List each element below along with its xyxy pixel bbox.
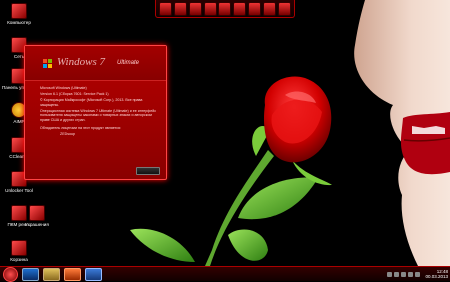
edition-label: Ultimate bbox=[117, 60, 140, 66]
tray-icon[interactable] bbox=[387, 271, 393, 277]
top-dock bbox=[155, 0, 295, 18]
network-icon[interactable] bbox=[408, 271, 414, 277]
about-windows-dialog: Windows 7 Ultimate Microsoft Windows (Ul… bbox=[24, 45, 167, 180]
app-icon[interactable] bbox=[203, 1, 217, 16]
clock[interactable]: 12:48 00.03.2013 bbox=[425, 269, 448, 279]
windows-brand: Windows 7 bbox=[57, 56, 105, 68]
desktop-icon-label: Корзина bbox=[10, 257, 28, 262]
folder-icon[interactable] bbox=[43, 267, 60, 281]
windows-icon[interactable] bbox=[85, 267, 102, 281]
ok-button[interactable] bbox=[136, 167, 160, 175]
legal-text: Операционная система Windows 7 Ultimate … bbox=[40, 108, 157, 123]
app-icon[interactable] bbox=[173, 1, 187, 16]
desktop-icon-decorations[interactable]: Украшения bbox=[20, 205, 54, 227]
windows-logo-banner: Windows 7 Ultimate bbox=[25, 46, 166, 81]
lips bbox=[400, 112, 450, 175]
clock-date: 00.03.2013 bbox=[425, 274, 448, 279]
volume-icon[interactable] bbox=[415, 271, 421, 277]
licensee-name: ZEDsoup bbox=[60, 131, 75, 136]
desktop-icon-label: Компьютер bbox=[7, 20, 31, 25]
system-tray: 12:48 00.03.2013 bbox=[387, 269, 448, 279]
desktop-icon-recycle-bin[interactable]: Корзина bbox=[2, 240, 36, 262]
desktop-icon-label: Украшения bbox=[25, 222, 49, 227]
about-text: Microsoft Windows (Ultimate) Version 6.1… bbox=[40, 86, 158, 138]
app-icon[interactable] bbox=[233, 1, 247, 16]
desktop-icon-computer[interactable]: Компьютер bbox=[2, 3, 36, 25]
tray-icon[interactable] bbox=[401, 271, 407, 277]
app-icon[interactable] bbox=[263, 1, 277, 16]
start-button[interactable] bbox=[3, 266, 18, 282]
app-icon[interactable] bbox=[158, 1, 172, 16]
version-text: Version 6.1 (Сборка 7601: Service Pack 1… bbox=[40, 92, 109, 97]
copyright-text: © Корпорация Майкрософт (Microsoft Corp.… bbox=[40, 98, 143, 107]
decoration-icon bbox=[29, 205, 45, 221]
taskbar: 12:48 00.03.2013 bbox=[0, 266, 450, 282]
desktop-icon-label: Unlocker Tool bbox=[5, 188, 33, 193]
app-icon[interactable] bbox=[277, 1, 291, 16]
ie-icon[interactable] bbox=[22, 267, 39, 281]
app-icon[interactable] bbox=[188, 1, 202, 16]
app-icon[interactable] bbox=[248, 1, 262, 16]
recycle-bin-icon bbox=[11, 240, 27, 256]
media-icon[interactable] bbox=[64, 267, 81, 281]
app-icon[interactable] bbox=[218, 1, 232, 16]
tray-icon[interactable] bbox=[394, 271, 400, 277]
license-text: Обладатель лицензии на этот продукт явля… bbox=[40, 125, 121, 130]
computer-icon bbox=[11, 3, 27, 19]
windows-flag-icon bbox=[43, 59, 53, 69]
product-name: Microsoft Windows (Ultimate) bbox=[40, 86, 87, 90]
